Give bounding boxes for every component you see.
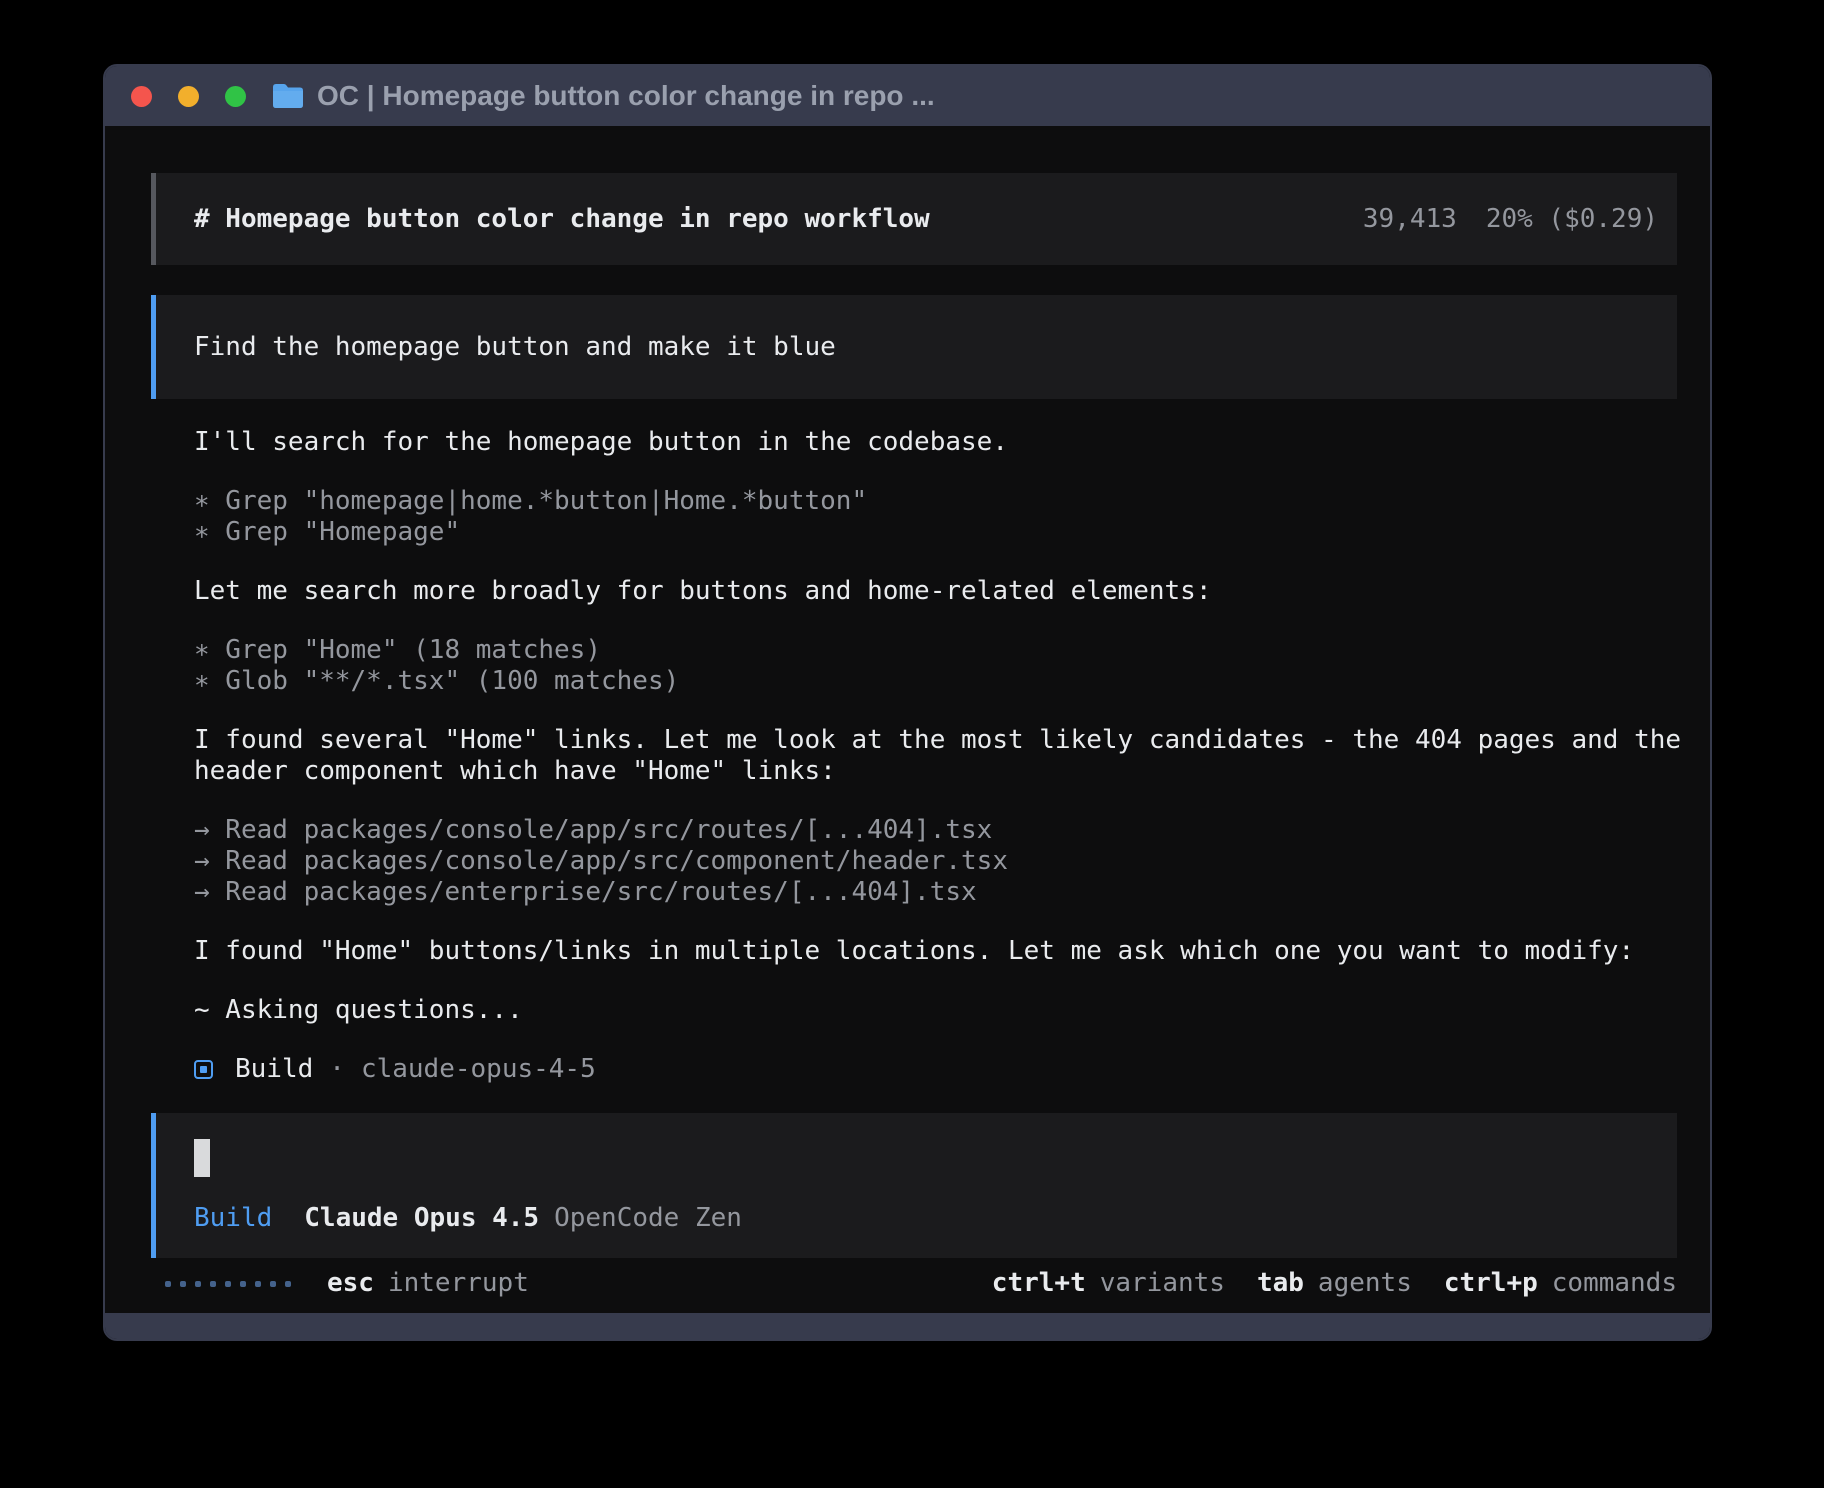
minimize-button[interactable] — [178, 86, 199, 107]
separator-dot: · — [329, 1054, 345, 1085]
session-title: # Homepage button color change in repo w… — [194, 204, 930, 235]
transcript-paragraph: ∗ Grep "homepage|home.*button|Home.*butt… — [194, 486, 1677, 548]
terminal-window: OC | Homepage button color change in rep… — [103, 64, 1712, 1341]
spinner-dot — [255, 1281, 261, 1287]
zoom-button[interactable] — [225, 86, 246, 107]
window-footer — [105, 1313, 1710, 1339]
spinner-dots — [165, 1281, 291, 1287]
spinner-dot — [270, 1281, 276, 1287]
agent-model-label: claude-opus-4-5 — [361, 1054, 596, 1085]
folder-icon — [272, 83, 304, 109]
terminal-content: # Homepage button color change in repo w… — [105, 126, 1710, 1313]
keyboard-hint: ctrl+p commands — [1444, 1268, 1677, 1299]
transcript-line: header component which have "Home" links… — [194, 756, 1677, 787]
session-stats: 39,413 20% ($0.29) — [1363, 204, 1658, 235]
close-button[interactable] — [131, 86, 152, 107]
hint-key: ctrl+p — [1444, 1268, 1538, 1299]
hint-label: interrupt — [388, 1268, 529, 1299]
transcript-paragraph: ~ Asking questions... — [194, 995, 1677, 1026]
desktop: { "theme": { "background": "#000000", "w… — [0, 0, 1824, 1488]
context-cost: 20% ($0.29) — [1486, 204, 1658, 235]
right-hints: ctrl+t variants tab agents ctrl+p commands — [992, 1268, 1677, 1299]
hint-label: agents — [1318, 1268, 1412, 1299]
transcript-paragraph: ∗ Grep "Home" (18 matches)∗ Glob "**/*.t… — [194, 635, 1677, 697]
prompt-input[interactable]: Build Claude Opus 4.5 OpenCode Zen — [151, 1113, 1677, 1258]
hint-label: commands — [1552, 1268, 1677, 1299]
provider-label: OpenCode Zen — [554, 1203, 742, 1234]
keyboard-hint: ctrl+t variants — [992, 1268, 1225, 1299]
spinner-dot — [195, 1281, 201, 1287]
status-left: esc interrupt — [165, 1268, 529, 1299]
transcript-line: → Read packages/console/app/src/componen… — [194, 846, 1677, 877]
transcript-line: I'll search for the homepage button in t… — [194, 427, 1677, 458]
transcript-line: → Read packages/console/app/src/routes/[… — [194, 815, 1677, 846]
transcript-line: → Read packages/enterprise/src/routes/[.… — [194, 877, 1677, 908]
transcript-paragraph: I'll search for the homepage button in t… — [194, 427, 1677, 458]
hint-label: variants — [1100, 1268, 1225, 1299]
hint-key: tab — [1257, 1268, 1304, 1299]
user-message-text: Find the homepage button and make it blu… — [194, 332, 836, 363]
transcript-paragraph: I found several "Home" links. Let me loo… — [194, 725, 1677, 787]
session-header: # Homepage button color change in repo w… — [151, 173, 1677, 265]
agent-build-icon — [194, 1060, 213, 1079]
spinner-dot — [225, 1281, 231, 1287]
spinner-dot — [165, 1281, 171, 1287]
transcript-line: ∗ Grep "Homepage" — [194, 517, 1677, 548]
model-name-label: Claude Opus 4.5 — [304, 1203, 539, 1234]
hint-key: ctrl+t — [992, 1268, 1086, 1299]
spinner-dot — [180, 1281, 186, 1287]
model-line: Build Claude Opus 4.5 OpenCode Zen — [194, 1203, 1658, 1234]
transcript-line: ~ Asking questions... — [194, 995, 1677, 1026]
agent-build-icon-dot — [200, 1066, 207, 1073]
titlebar: OC | Homepage button color change in rep… — [105, 66, 1710, 126]
spinner-dot — [285, 1281, 291, 1287]
keyboard-hint: tab agents — [1257, 1268, 1412, 1299]
agent-mode-label: Build — [194, 1203, 272, 1234]
hint-key: esc — [327, 1268, 374, 1299]
traffic-lights — [131, 86, 246, 107]
keyboard-hint: esc interrupt — [327, 1268, 529, 1299]
transcript-line: I found several "Home" links. Let me loo… — [194, 725, 1677, 756]
token-count: 39,413 — [1363, 204, 1457, 235]
transcript-line: ∗ Grep "Home" (18 matches) — [194, 635, 1677, 666]
text-cursor — [194, 1139, 210, 1177]
transcript-line: ∗ Grep "homepage|home.*button|Home.*butt… — [194, 486, 1677, 517]
transcript-paragraph: I found "Home" buttons/links in multiple… — [194, 936, 1677, 967]
transcript-paragraph: Let me search more broadly for buttons a… — [194, 576, 1677, 607]
status-bar: escinterrupt ctrl+tvariantstabagentsctrl… — [151, 1268, 1677, 1299]
spinner-dot — [240, 1281, 246, 1287]
agent-name-label: Build — [235, 1054, 313, 1085]
transcript-line: ∗ Glob "**/*.tsx" (100 matches) — [194, 666, 1677, 697]
transcript-line: I found "Home" buttons/links in multiple… — [194, 936, 1677, 967]
transcript-line: Let me search more broadly for buttons a… — [194, 576, 1677, 607]
window-title: OC | Homepage button color change in rep… — [317, 80, 935, 112]
transcript: I'll search for the homepage button in t… — [194, 427, 1677, 1085]
user-message: Find the homepage button and make it blu… — [151, 295, 1677, 399]
transcript-paragraph: → Read packages/console/app/src/routes/[… — [194, 815, 1677, 908]
spinner-dot — [210, 1281, 216, 1287]
left-hints: esc interrupt — [327, 1268, 529, 1299]
transcript-paragraph: Build · claude-opus-4-5 — [194, 1054, 1677, 1085]
